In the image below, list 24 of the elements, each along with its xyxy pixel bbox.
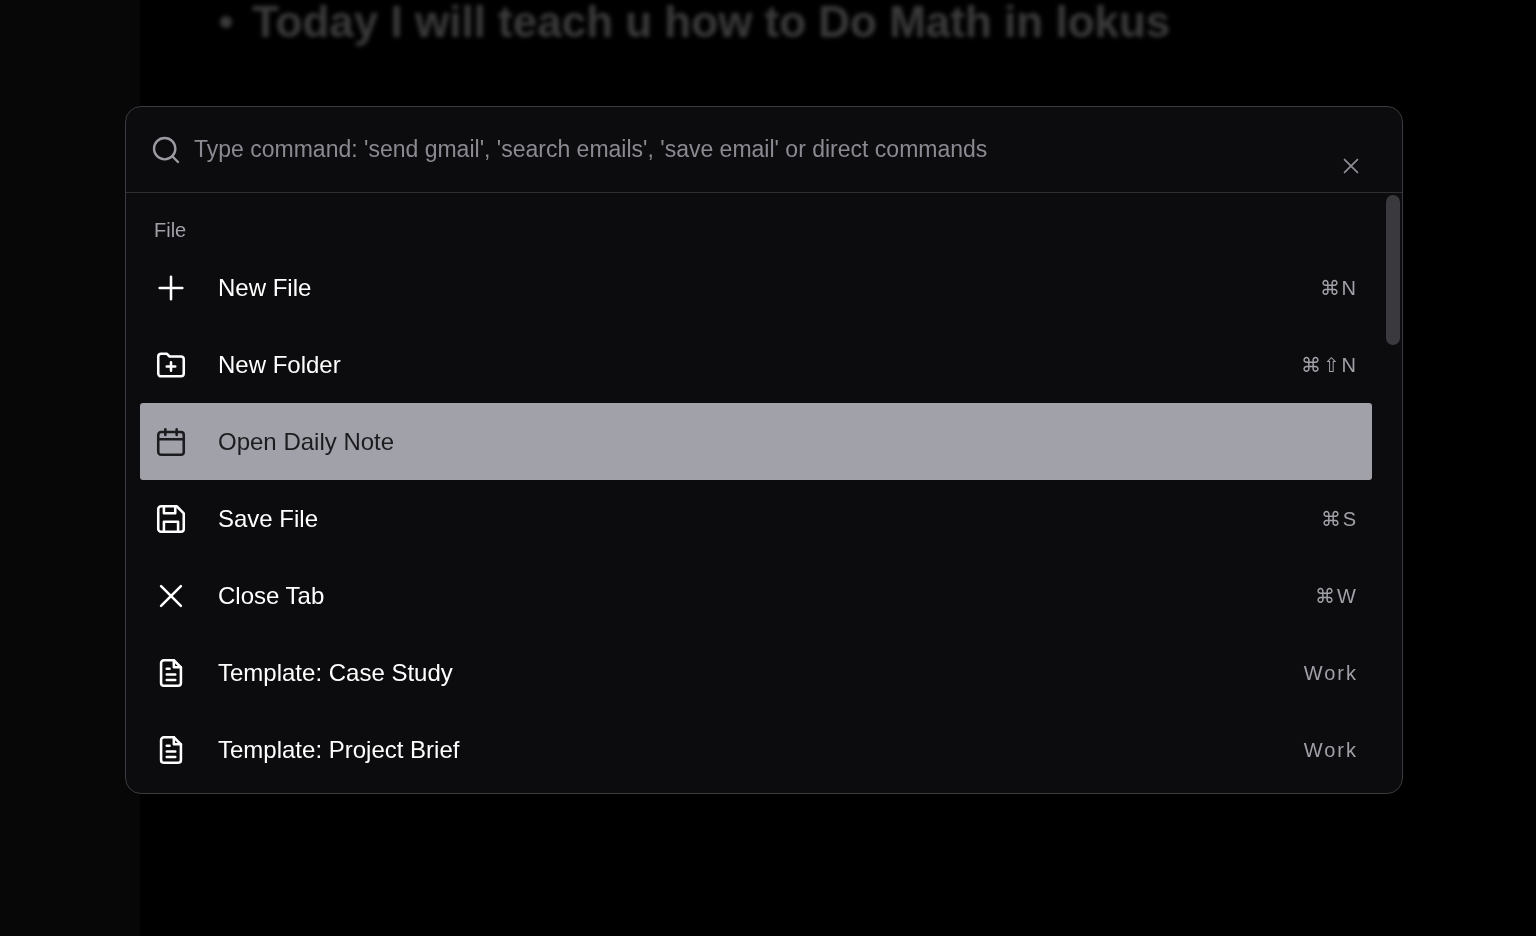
shortcut-hint: ⌘⇧N xyxy=(1300,352,1358,378)
item-label: New Folder xyxy=(218,349,342,380)
command-item[interactable]: Close Tab ⌘W xyxy=(140,557,1372,634)
item-label: New File xyxy=(218,272,313,303)
item-label: Template: Project Brief xyxy=(218,734,461,765)
shortcut-hint: Work xyxy=(1303,737,1358,763)
item-label: Open Daily Note xyxy=(218,426,396,457)
command-item[interactable]: Template: Project Brief Work xyxy=(140,711,1372,788)
section-label: File xyxy=(153,218,188,243)
item-label: Template: Case Study xyxy=(218,657,454,688)
command-item[interactable]: Save File ⌘S xyxy=(140,480,1372,557)
command-item[interactable]: New File ⌘N xyxy=(140,249,1372,326)
shortcut-hint: ⌘W xyxy=(1315,583,1358,609)
command-item[interactable]: New Folder ⌘⇧N xyxy=(140,326,1372,403)
command-item[interactable]: Open Daily Note xyxy=(140,403,1372,480)
bullet-icon xyxy=(220,16,232,28)
scrollbar-thumb[interactable] xyxy=(1386,195,1400,345)
command-input[interactable]: Type command: 'send gmail', 'search emails', 'save email' or direct commands xyxy=(194,132,1328,167)
command-item[interactable]: Template: Case Study Work xyxy=(140,634,1372,711)
item-label: Save File xyxy=(218,503,320,534)
shortcut-hint: ⌘N xyxy=(1319,275,1358,301)
shortcut-hint: Work xyxy=(1303,660,1358,686)
item-label: Close Tab xyxy=(218,580,326,611)
shortcut-hint: ⌘S xyxy=(1320,506,1358,532)
